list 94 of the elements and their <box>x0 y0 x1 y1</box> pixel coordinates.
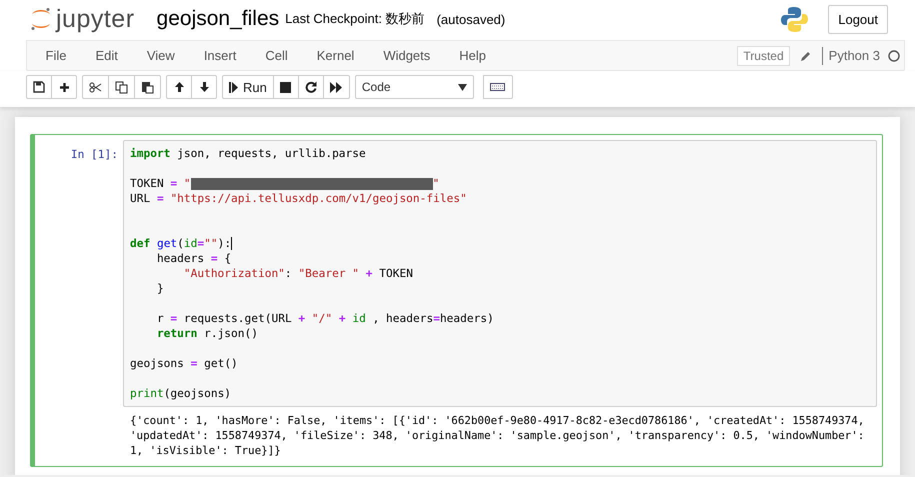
cut-button[interactable] <box>82 75 109 99</box>
code-token: geojsons <box>130 356 185 371</box>
code-cell[interactable] <box>30 134 883 467</box>
menu-item[interactable]: Insert <box>189 48 251 63</box>
run-all-button[interactable] <box>322 75 350 99</box>
code-token: TOKEN <box>130 176 165 191</box>
output-line: 'updatedAt': 1558749374, 'fileSize': 348, 'originalName': 'sample.geojson', 'transparency': 0.5, 'windowNumber': <box>129 428 866 443</box>
code-token: "" <box>204 236 218 251</box>
code-token: + <box>366 266 373 281</box>
code-token: + <box>298 311 306 326</box>
code-token: "/" <box>310 311 334 326</box>
keyboard-button[interactable] <box>482 75 513 99</box>
code-token: ): <box>218 236 232 251</box>
move-down-button[interactable] <box>191 75 217 99</box>
restart-button[interactable] <box>298 75 324 99</box>
code-token: , headers <box>372 311 434 326</box>
restart-icon <box>304 81 317 93</box>
code-token: = <box>190 356 198 371</box>
menu-item[interactable]: Edit <box>80 48 132 63</box>
cell-prompt: In [1]: <box>70 147 119 163</box>
code-token: = <box>170 176 178 191</box>
code-token: "Bearer " <box>298 266 360 281</box>
keyboard-icon <box>490 83 506 91</box>
logo-text: jupyter <box>56 4 135 34</box>
code-token: requests.get(URL <box>182 311 293 326</box>
output-line: 1, 'isVisible': True}]} <box>129 443 282 458</box>
code-token: URL <box>130 191 152 206</box>
code-token: = <box>170 311 178 326</box>
up-arrow-icon <box>174 81 184 93</box>
code-token: = <box>210 251 218 266</box>
code-token: (geojsons) <box>164 386 232 401</box>
menu-item[interactable]: Kernel <box>302 48 369 63</box>
save-button[interactable] <box>26 75 52 99</box>
plus-icon <box>58 82 70 92</box>
code-token: json, requests, urllib.parse <box>176 146 366 161</box>
trusted-badge[interactable]: Trusted <box>737 46 790 66</box>
paste-button[interactable] <box>134 75 161 99</box>
menu-item[interactable]: Widgets <box>368 48 445 63</box>
add-cell-button[interactable] <box>51 75 77 99</box>
stop-button[interactable] <box>272 75 299 99</box>
copy-button[interactable] <box>108 75 135 99</box>
code-token: } <box>156 281 164 296</box>
code-token: id <box>351 311 366 326</box>
code-token: = <box>197 236 204 251</box>
code-token: id <box>184 236 198 251</box>
code-token: r.json() <box>203 326 258 341</box>
checkpoint-text: Last Checkpoint: 数秒前 <box>285 10 425 28</box>
scissors-icon <box>89 82 102 92</box>
run-icon <box>229 82 238 92</box>
logo-icon <box>30 7 52 31</box>
cell-type-dropdown[interactable]: Code <box>354 75 474 99</box>
code-token: + <box>338 311 346 326</box>
down-arrow-icon <box>198 81 210 93</box>
code-token: import <box>130 146 170 161</box>
copy-icon <box>115 80 128 94</box>
code-token: headers <box>156 251 206 266</box>
code-token: " <box>432 176 440 191</box>
code-token: print <box>130 386 164 401</box>
menu-item[interactable]: File <box>31 48 81 63</box>
menu-item[interactable]: View <box>132 48 190 63</box>
code-token: r <box>156 311 165 326</box>
text-cursor <box>231 237 232 250</box>
code-token: TOKEN <box>378 266 413 281</box>
menu-item[interactable]: Help <box>444 48 501 63</box>
stop-icon <box>280 82 292 92</box>
output-line: {'count': 1, 'hasMore': False, 'items': [{'id': '662b00ef-9e80-4917-8c82-e3ecd0786186', 'createdAt': 1558749374, <box>129 413 866 428</box>
code-token: headers) <box>440 311 494 326</box>
save-icon <box>33 81 45 93</box>
pencil-icon[interactable] <box>800 50 812 62</box>
move-up-button[interactable] <box>166 75 192 99</box>
code-token: = <box>433 311 440 326</box>
code-token: def <box>130 236 150 251</box>
code-token: get <box>156 236 178 251</box>
code-token: "Authorization" <box>182 266 285 281</box>
code-token: { <box>223 251 232 266</box>
logout-button[interactable]: Logout <box>828 4 888 34</box>
run-button[interactable]: Run <box>222 75 274 99</box>
kernel-name: Python 3 <box>828 48 880 63</box>
code-token: = <box>156 191 164 206</box>
code-token: " <box>182 176 191 191</box>
python-logo-icon <box>781 6 808 32</box>
autosave-status: (autosaved) <box>436 12 506 26</box>
caret-icon <box>458 84 467 90</box>
kernel-idle-icon <box>888 50 900 62</box>
code-token: "https://api.tellusxdp.com/v1/geojson-files" <box>169 191 467 206</box>
code-token: ( <box>177 236 184 251</box>
code-editor[interactable] <box>123 140 877 407</box>
code-token: return <box>156 326 198 341</box>
fast-forward-icon <box>330 82 343 92</box>
notebook-name[interactable]: geojson_files <box>156 7 280 31</box>
code-token: get() <box>203 356 238 371</box>
menu-item[interactable]: Cell <box>250 48 302 63</box>
code-token: : <box>284 266 293 281</box>
paste-icon <box>141 80 154 94</box>
